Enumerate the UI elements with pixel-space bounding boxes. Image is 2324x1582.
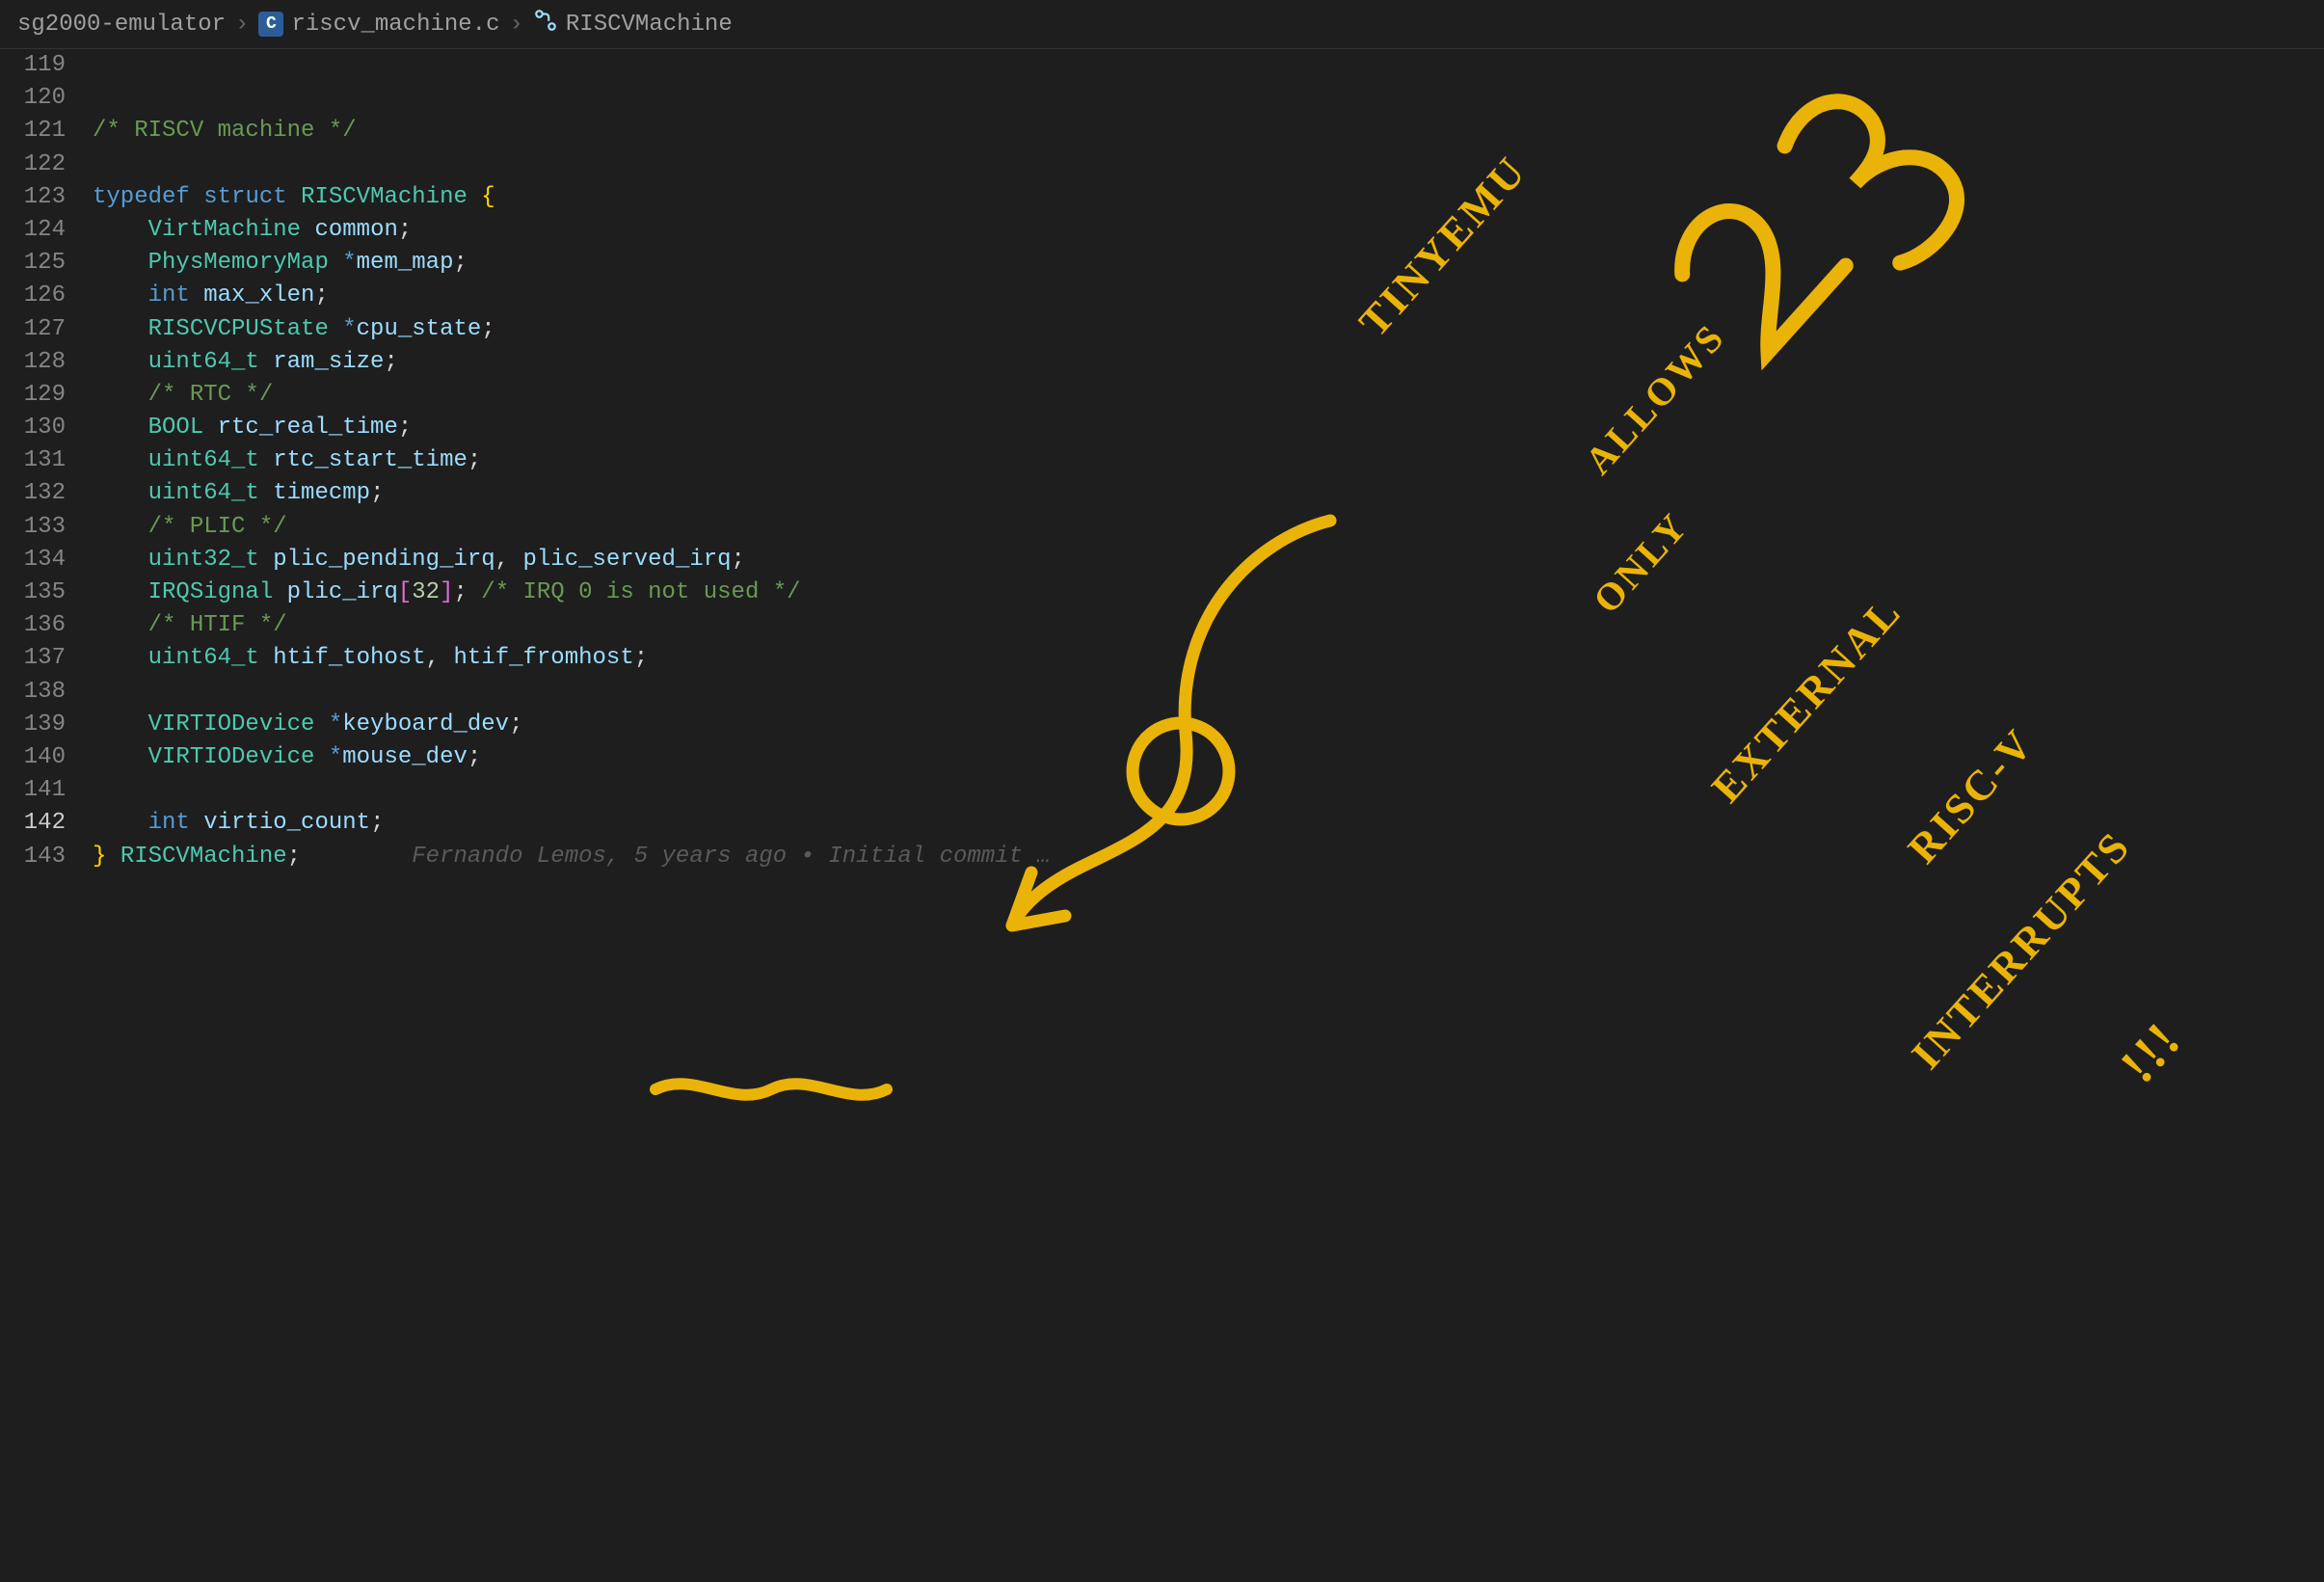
c-file-icon: C — [258, 12, 283, 37]
code-line: uint64_t htif_tohost, htif_fromhost; — [93, 645, 648, 671]
code-line — [93, 151, 106, 177]
code-line: VIRTIODevice *keyboard_dev; — [93, 711, 522, 737]
breadcrumb-folder[interactable]: sg2000-emulator — [17, 12, 226, 38]
code-line: int max_xlen; — [93, 282, 329, 308]
code-line: IRQSignal plic_irq[32]; /* IRQ 0 is not … — [93, 579, 801, 605]
breadcrumb-symbol[interactable]: RISCVMachine — [533, 8, 733, 40]
code-line: VIRTIODevice *mouse_dev; — [93, 744, 481, 770]
code-line: BOOL rtc_real_time; — [93, 415, 412, 441]
breadcrumb-symbol-label: RISCVMachine — [566, 12, 733, 38]
code-line: typedef struct RISCVMachine { — [93, 184, 495, 210]
annotation-word: !!! — [2108, 1009, 2193, 1094]
line-number-gutter: 119 120 121 122 123 124 125 126 127 128 … — [0, 49, 93, 939]
code-line: uint32_t plic_pending_irq, plic_served_i… — [93, 547, 745, 573]
chevron-right-icon: › — [235, 12, 249, 38]
code-line: /* PLIC */ — [93, 514, 287, 540]
code-line — [93, 85, 106, 111]
code-content[interactable]: /* RISCV machine */ typedef struct RISCV… — [93, 49, 2324, 939]
breadcrumb[interactable]: sg2000-emulator › C riscv_machine.c › RI… — [0, 0, 2324, 49]
breadcrumb-file[interactable]: C riscv_machine.c — [258, 12, 499, 38]
code-line — [93, 777, 106, 803]
code-line: } RISCVMachine; Fernando Lemos, 5 years … — [93, 844, 1051, 870]
code-line: PhysMemoryMap *mem_map; — [93, 250, 467, 276]
git-blame-inline: Fernando Lemos, 5 years ago • Initial co… — [412, 844, 1051, 870]
code-line: uint64_t ram_size; — [93, 349, 398, 375]
code-editor[interactable]: 119 120 121 122 123 124 125 126 127 128 … — [0, 49, 2324, 939]
code-line: /* RTC */ — [93, 382, 273, 408]
code-line: uint64_t rtc_start_time; — [93, 447, 481, 473]
code-line: int virtio_count; — [93, 810, 384, 836]
code-line: RISCVCPUState *cpu_state; — [93, 316, 495, 342]
code-line: /* RISCV machine */ — [93, 118, 357, 144]
chevron-right-icon: › — [510, 12, 523, 38]
breadcrumb-folder-label: sg2000-emulator — [17, 12, 226, 38]
struct-icon — [533, 8, 558, 40]
code-line: VirtMachine common; — [93, 217, 412, 243]
code-line — [93, 876, 106, 902]
breadcrumb-file-label: riscv_machine.c — [291, 12, 499, 38]
code-line: /* HTIF */ — [93, 612, 287, 638]
code-line — [93, 679, 106, 705]
code-line: uint64_t timecmp; — [93, 480, 384, 506]
